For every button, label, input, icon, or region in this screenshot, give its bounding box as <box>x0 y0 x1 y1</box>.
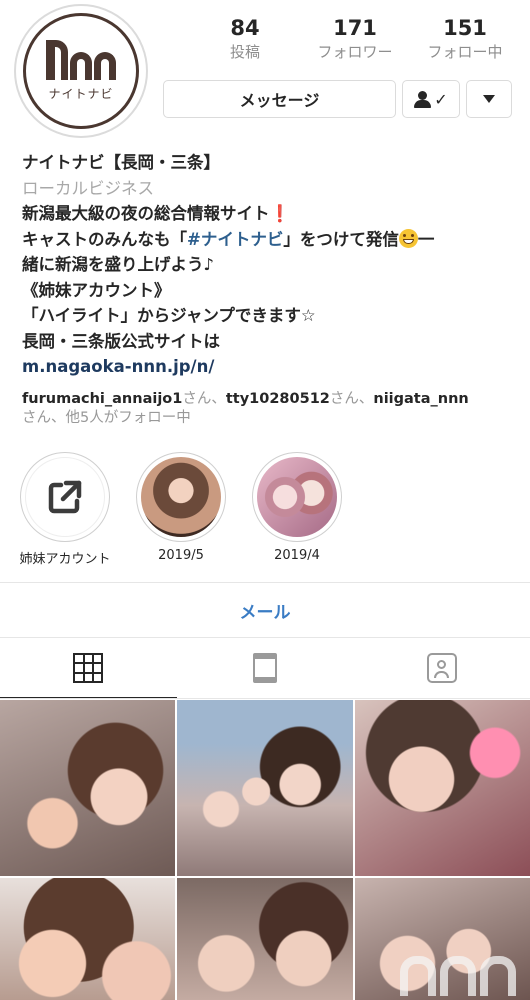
post-thumbnail[interactable] <box>177 878 353 1000</box>
hashtag-link[interactable]: #ナイトナビ <box>187 230 283 249</box>
bio-line: 《姉妹アカウント》 <box>22 280 171 300</box>
caret-down-icon <box>483 95 495 103</box>
profile-name: ナイトナビ【長岡・三条】 <box>22 153 220 172</box>
stat-value: 151 <box>443 16 487 40</box>
highlight-cover-image <box>257 457 337 537</box>
stat-label: フォロワー <box>317 43 393 61</box>
tab-tagged[interactable] <box>353 638 530 698</box>
tab-grid[interactable] <box>0 638 177 699</box>
divider <box>0 698 530 699</box>
followed-by[interactable]: furumachi_annaijo1さん、tty10280512さん、niiga… <box>22 390 522 428</box>
post-thumbnail[interactable] <box>0 700 175 876</box>
person-check-icon: ✓ <box>414 89 448 109</box>
bio-line: 「ハイライト」からジャンプできます☆ <box>22 306 316 325</box>
bio-text: 新潟最大級の夜の総合情報サイト <box>22 204 270 223</box>
bio-line: 新潟最大級の夜の総合情報サイト❗ <box>22 201 522 227</box>
website-link[interactable]: m.nagaoka-nnn.jp/n/ <box>22 354 522 380</box>
following-button[interactable]: ✓ <box>402 80 460 118</box>
follower-username[interactable]: tty10280512 <box>226 391 330 407</box>
stat-posts[interactable]: 84 投稿 <box>190 16 300 62</box>
highlight-label: 2019/5 <box>158 548 204 563</box>
stat-following[interactable]: 151 フォロー中 <box>410 16 520 62</box>
bio-line: 長岡・三条版公式サイトは <box>22 331 220 351</box>
logo-subtext: ナイトナビ <box>48 87 114 101</box>
followed-by-text: さん、 <box>182 391 226 407</box>
followed-by-text: さん、他5人がフォロー中 <box>22 410 191 426</box>
post-thumbnail[interactable] <box>0 878 175 1000</box>
tagged-icon <box>426 653 457 683</box>
email-button[interactable]: メール <box>0 583 530 637</box>
nnn-watermark-icon <box>400 940 524 996</box>
follower-username[interactable]: furumachi_annaijo1 <box>22 391 182 407</box>
exclamation-icon: ❗ <box>269 204 291 223</box>
grid-icon <box>73 653 104 683</box>
profile-avatar[interactable]: ナイトナビ <box>14 4 148 138</box>
highlight-2019-4[interactable]: 2019/4 <box>251 452 343 563</box>
bio-text: キャストのみんなも「 <box>22 229 187 249</box>
stat-followers[interactable]: 171 フォロワー <box>300 16 410 62</box>
suggested-dropdown-button[interactable] <box>466 80 512 118</box>
profile-stats: 84 投稿 171 フォロワー 151 フォロー中 <box>190 16 520 62</box>
bio-text: 一 <box>417 229 435 249</box>
bio-line: キャストのみんなも「#ナイトナビ」をつけて発信一 <box>22 227 522 253</box>
follower-username[interactable]: niigata_nnn <box>373 391 468 407</box>
nnn-logo: ナイトナビ <box>23 13 139 129</box>
stat-label: 投稿 <box>229 43 260 61</box>
bio-line: 緒に新潟を盛り上げよう♪ <box>22 255 215 274</box>
check-icon: ✓ <box>434 89 448 109</box>
stat-value: 171 <box>333 16 377 40</box>
profile-category: ローカルビジネス <box>22 178 154 198</box>
tab-feed[interactable] <box>177 638 354 698</box>
highlight-2019-5[interactable]: 2019/5 <box>135 452 227 563</box>
highlight-cover-image <box>141 457 221 537</box>
external-link-icon <box>25 457 105 537</box>
logo-mark <box>45 40 117 80</box>
bio-text: 」をつけて発信 <box>283 229 399 249</box>
profile-tabs <box>0 638 530 699</box>
profile-bio: ナイトナビ【長岡・三条】 ローカルビジネス 新潟最大級の夜の総合情報サイト❗ キ… <box>22 150 522 380</box>
stat-label: フォロー中 <box>427 43 503 61</box>
highlight-label: 姉妹アカウント <box>19 552 111 567</box>
feed-icon <box>253 653 277 683</box>
stat-value: 84 <box>230 16 260 40</box>
highlight-label: 2019/4 <box>274 548 320 563</box>
post-thumbnail[interactable] <box>355 700 530 876</box>
followed-by-text: さん、 <box>329 391 374 407</box>
highlight-sister-accounts[interactable]: 姉妹アカウント <box>19 452 111 567</box>
message-button[interactable]: メッセージ <box>163 80 396 118</box>
post-thumbnail[interactable] <box>177 700 353 876</box>
grinning-emoji-icon <box>398 228 418 248</box>
